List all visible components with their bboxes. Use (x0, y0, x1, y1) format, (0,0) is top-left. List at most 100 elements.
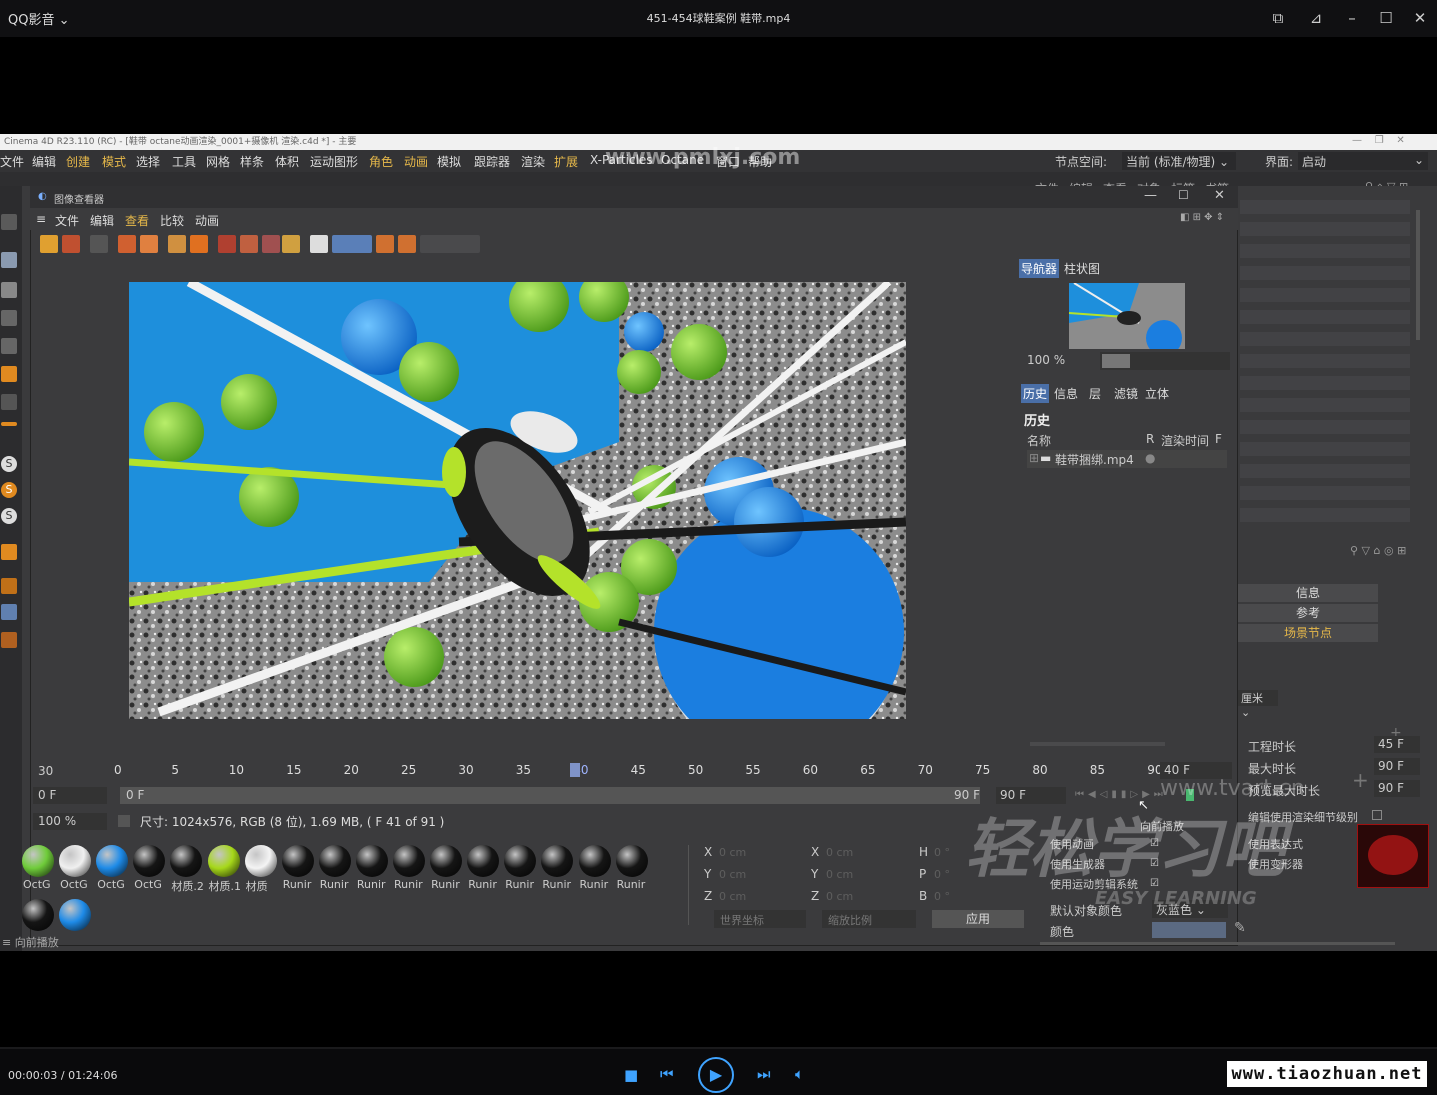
c4d-menu-item[interactable]: 创建 (66, 153, 90, 170)
material-swatch[interactable] (578, 845, 611, 877)
object-row[interactable] (1240, 464, 1410, 478)
node-space-select[interactable]: 当前 (标准/物理) ⌄ (1122, 152, 1236, 170)
tool-icon[interactable] (1, 632, 17, 648)
c4d-menu-item[interactable]: 模拟 (437, 153, 461, 170)
tool-icon[interactable] (90, 235, 108, 253)
object-row[interactable] (1240, 288, 1410, 302)
object-row[interactable] (1240, 332, 1410, 346)
material-swatch[interactable] (59, 899, 91, 931)
material-swatch[interactable] (355, 845, 388, 877)
viewer-maximize-button[interactable]: ☐ (1178, 188, 1189, 202)
c4d-menu-item[interactable]: 网格 (206, 153, 230, 170)
c4d-menu-item[interactable]: 角色 (369, 153, 393, 170)
history-row[interactable]: ⊞ ▬ 鞋带捆绑.mp4 ● (1027, 450, 1227, 468)
c4d-menu-item[interactable]: 模式 (102, 153, 126, 170)
volume-icon[interactable]: 🔈︎ (795, 1065, 804, 1083)
preview-max-field[interactable]: 90 F (1374, 780, 1420, 797)
timeline-frame-left[interactable]: 30 (38, 764, 53, 778)
layout-select[interactable]: 启动 ⌄ (1298, 152, 1428, 170)
tool-icon[interactable] (168, 235, 186, 253)
viewer-menu-animation[interactable]: 动画 (195, 212, 219, 229)
object-row[interactable] (1240, 398, 1410, 412)
viewer-menu-file[interactable]: 文件 (55, 212, 79, 229)
world-coords-select[interactable]: 世界坐标 (714, 910, 806, 928)
tool-icon[interactable] (282, 235, 300, 253)
tab-history[interactable]: 历史 (1021, 384, 1050, 403)
tool-icon[interactable] (332, 235, 372, 253)
object-row[interactable] (1240, 310, 1410, 324)
screenshot-icon[interactable]: ⧉ (1268, 8, 1288, 28)
material-swatch[interactable] (281, 845, 314, 877)
coord-field[interactable]: 0 cm (719, 868, 746, 881)
c4d-menu-item[interactable]: 工具 (172, 153, 196, 170)
material-swatch[interactable] (96, 845, 129, 877)
render-lod-checkbox[interactable] (1372, 810, 1382, 820)
tab-stereo[interactable]: 立体 (1143, 384, 1171, 403)
coord-field[interactable]: 0 ° (934, 868, 950, 881)
tool-icon[interactable] (398, 235, 416, 253)
material-swatch[interactable] (318, 845, 351, 877)
tool-icon[interactable] (1, 366, 17, 382)
open-icon[interactable] (40, 235, 58, 253)
material-swatch[interactable] (615, 845, 648, 877)
horizontal-scrollbar[interactable] (1040, 942, 1395, 945)
viewer-menu-edit[interactable]: 编辑 (90, 212, 114, 229)
tool-icon[interactable] (140, 235, 158, 253)
coord-field[interactable]: 0 cm (719, 846, 746, 859)
zoom-slider[interactable] (1100, 352, 1230, 370)
add-icon[interactable]: + (1352, 768, 1369, 792)
tab-histogram[interactable]: 柱状图 (1062, 259, 1102, 278)
object-row[interactable] (1240, 200, 1410, 214)
object-row[interactable] (1240, 376, 1410, 390)
c4d-menu-item[interactable]: 样条 (240, 153, 264, 170)
object-row[interactable] (1240, 508, 1410, 522)
previous-button[interactable]: ⏮ (660, 1065, 674, 1083)
material-swatch[interactable] (22, 899, 54, 931)
attribute-toolbar-icons[interactable]: ⚲ ▽ ⌂ ◎ ⊞ (1350, 544, 1406, 557)
playhead-marker[interactable] (570, 763, 580, 777)
horizontal-scrollbar[interactable] (1030, 742, 1165, 746)
material-swatch[interactable] (22, 845, 54, 877)
object-row[interactable] (1240, 266, 1410, 280)
c4d-menu-item[interactable]: 动画 (404, 153, 428, 170)
c4d-menu-item[interactable]: 扩展 (554, 153, 578, 170)
tool-icon[interactable] (190, 235, 208, 253)
c4d-menu-item[interactable]: 渲染 (521, 153, 545, 170)
hamburger-icon[interactable]: ≡ (36, 212, 46, 226)
unit-select[interactable]: 厘米 ⌄ (1238, 690, 1278, 719)
object-row[interactable] (1240, 222, 1410, 236)
cube-icon[interactable] (1, 252, 17, 268)
maximize-button[interactable]: ☐ (1376, 8, 1396, 28)
range-start-field[interactable]: 0 F (33, 787, 107, 804)
tool-icon[interactable] (1, 310, 17, 326)
material-swatch[interactable] (430, 845, 463, 877)
coord-field[interactable]: 0 cm (826, 868, 853, 881)
scene-nodes-button[interactable]: 场景节点 (1238, 624, 1378, 642)
viewer-menu-view[interactable]: 查看 (125, 212, 149, 229)
vertical-scrollbar[interactable] (1416, 210, 1420, 340)
material-swatch[interactable] (207, 845, 240, 877)
next-button[interactable]: ⏭ (757, 1065, 771, 1083)
scene-info-button[interactable]: 信息 (1238, 584, 1378, 602)
tool-icon[interactable] (218, 235, 236, 253)
tab-info[interactable]: 信息 (1052, 384, 1080, 403)
object-row[interactable] (1240, 486, 1410, 500)
tool-icon[interactable] (1, 214, 17, 230)
snap-icon[interactable]: S (1, 456, 17, 472)
zoom-field[interactable]: 100 % (33, 813, 107, 830)
tool-icon[interactable] (376, 235, 394, 253)
max-length-field[interactable]: 90 F (1374, 758, 1420, 775)
navigator-thumbnail[interactable] (1069, 283, 1185, 349)
range-slider[interactable]: 0 F 90 F (120, 787, 980, 804)
tool-icon[interactable] (262, 235, 280, 253)
coord-field[interactable]: 0 cm (826, 890, 853, 903)
tool-icon[interactable] (1, 394, 17, 410)
tool-icon[interactable] (1, 578, 17, 594)
object-row[interactable] (1240, 442, 1410, 456)
tool-icon[interactable] (118, 235, 136, 253)
save-icon[interactable] (62, 235, 80, 253)
c4d-window-controls[interactable]: — ❐ ✕ (1352, 135, 1405, 146)
object-row[interactable] (1240, 244, 1410, 258)
material-swatch[interactable] (244, 845, 277, 877)
coord-field[interactable]: 0 cm (719, 890, 746, 903)
